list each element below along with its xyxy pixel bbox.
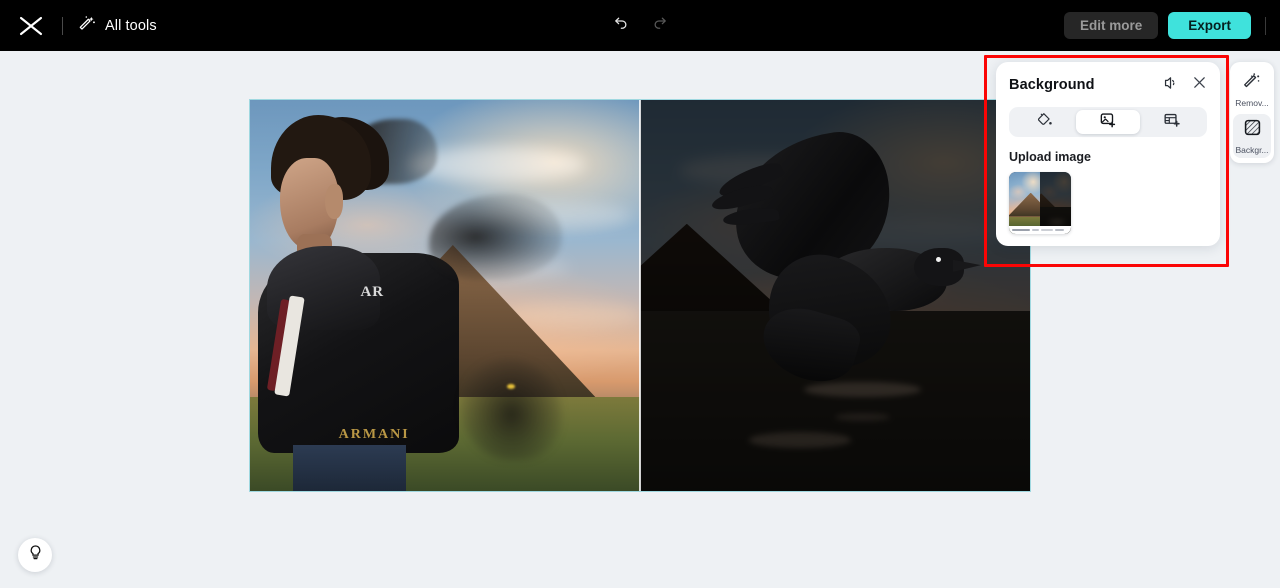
artboard-right-half — [640, 100, 1030, 491]
toolbar-divider — [62, 16, 63, 35]
tab-template[interactable] — [1140, 110, 1204, 134]
tab-color-fill[interactable] — [1012, 110, 1076, 134]
undo-arrow-icon — [612, 15, 629, 37]
edit-more-button[interactable]: Edit more — [1063, 12, 1159, 39]
background-panel-header: Background — [1009, 74, 1207, 96]
ear-shape — [325, 184, 343, 219]
jeans-shape — [292, 445, 407, 491]
toolbar-right-group: Edit more Export — [1063, 0, 1280, 51]
undo-button[interactable] — [606, 12, 634, 40]
template-plus-icon — [1163, 111, 1181, 134]
top-toolbar: All tools Edit more Export — [0, 0, 1280, 51]
thumbnail-caption-strip — [1009, 226, 1071, 234]
upload-image-label: Upload image — [1009, 150, 1091, 164]
cloud-shape — [1015, 181, 1040, 189]
caption-bar — [1032, 229, 1039, 231]
export-button[interactable]: Export — [1168, 12, 1251, 39]
magic-wand-icon — [79, 15, 96, 37]
artboard[interactable]: AR ARMANI — [249, 99, 1031, 492]
tab-upload-image[interactable] — [1076, 110, 1140, 134]
thumbnail-left-half — [1009, 172, 1040, 234]
sidebar-item-background-label: Backgr... — [1235, 144, 1269, 155]
lightbulb-icon — [27, 544, 44, 566]
panel-header-actions — [1162, 75, 1207, 96]
artboard-left-half: AR ARMANI — [250, 100, 640, 491]
bird-subject — [695, 125, 981, 391]
background-hatch-icon — [1243, 118, 1262, 142]
uploaded-background-thumbnail[interactable] — [1009, 172, 1071, 234]
all-tools-button[interactable]: All tools — [79, 15, 157, 37]
compare-view-icon[interactable] — [1162, 75, 1178, 96]
hints-button[interactable] — [18, 538, 52, 572]
caption-bar — [1041, 229, 1053, 231]
magic-wand-remove-icon — [1243, 71, 1262, 95]
redo-arrow-icon — [652, 15, 669, 37]
cloud-shape — [507, 303, 640, 327]
all-tools-label: All tools — [105, 17, 157, 34]
toolbar-left-group: All tools — [0, 11, 157, 41]
thumbnail-right-half — [1040, 172, 1071, 234]
jacket-brand-text: ARMANI — [338, 427, 410, 443]
panel-title: Background — [1009, 77, 1095, 93]
sidebar-item-remove[interactable]: Remov... — [1233, 67, 1271, 111]
toolbar-right-divider — [1265, 16, 1266, 35]
jacket-chest-text: AR — [360, 284, 385, 301]
caption-bar — [1012, 229, 1030, 231]
vertical-split-divider[interactable] — [639, 100, 641, 491]
app-root: All tools Edit more Export AR ARMANI Rem… — [0, 0, 1280, 588]
right-tool-rail: Remov... Backgr... — [1230, 62, 1274, 163]
paint-bucket-icon — [1036, 111, 1053, 133]
redo-button[interactable] — [646, 12, 674, 40]
close-x-icon[interactable] — [1192, 75, 1207, 95]
caption-bar — [1055, 229, 1064, 231]
sidebar-item-remove-label: Remov... — [1235, 97, 1269, 108]
person-subject: AR ARMANI — [257, 108, 476, 491]
background-tabs — [1009, 107, 1207, 137]
background-panel: Background Upload image — [996, 62, 1220, 246]
shadow-overlay — [1040, 172, 1071, 234]
image-plus-icon — [1099, 111, 1117, 134]
sidebar-item-background[interactable]: Backgr... — [1233, 114, 1271, 158]
capcut-logo-icon[interactable] — [16, 11, 46, 41]
